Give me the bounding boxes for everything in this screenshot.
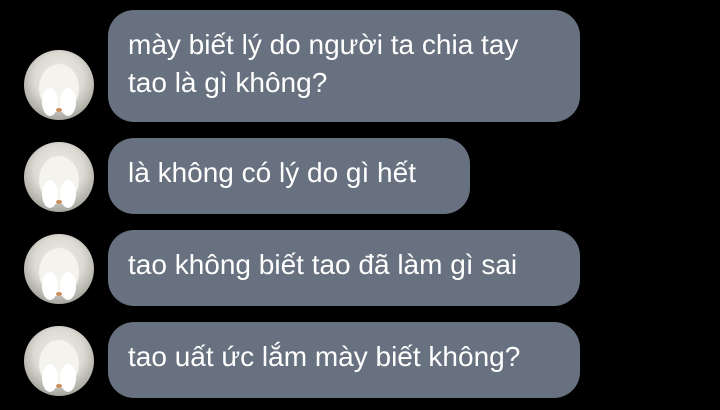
message-bubble[interactable]: tao uất ức lắm mày biết không? — [108, 322, 580, 398]
bunny-avatar-icon[interactable] — [24, 142, 94, 212]
message-bubble[interactable]: là không có lý do gì hết — [108, 138, 470, 214]
chat-thread: mày biết lý do người ta chia tay tao là … — [0, 0, 720, 410]
message-bubble[interactable]: mày biết lý do người ta chia tay tao là … — [108, 10, 580, 122]
bunny-avatar-icon[interactable] — [24, 326, 94, 396]
message-bubble[interactable]: tao không biết tao đã làm gì sai — [108, 230, 580, 306]
bunny-avatar-icon[interactable] — [24, 234, 94, 304]
bunny-avatar-icon[interactable] — [24, 50, 94, 120]
